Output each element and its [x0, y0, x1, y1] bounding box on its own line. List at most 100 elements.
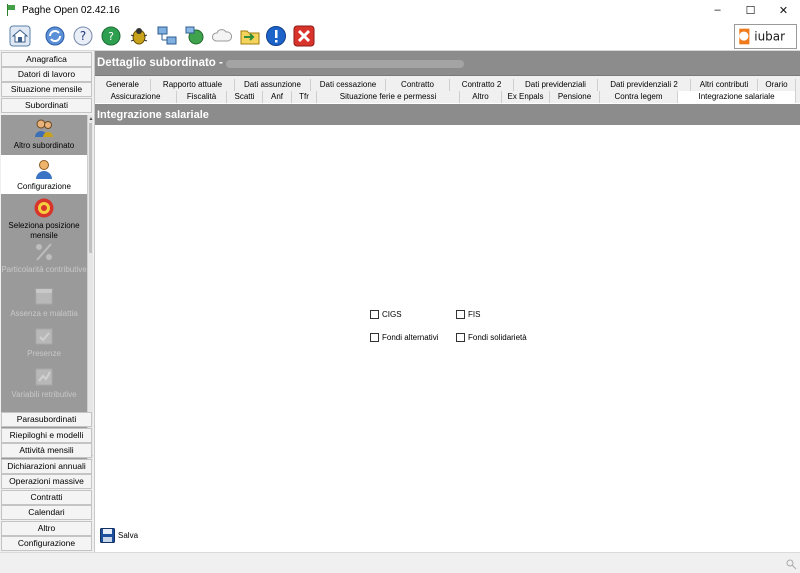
panel-item-presenze[interactable]: Presenze — [1, 325, 87, 365]
app-flag-icon — [6, 4, 16, 16]
cloud-icon[interactable] — [211, 25, 233, 47]
sidebar-item-configurazione[interactable]: Configurazione — [1, 536, 92, 551]
panel-item-label: Particolarità contributive — [1, 265, 87, 274]
svg-text:?: ? — [80, 29, 86, 43]
tab-orario[interactable]: Orario — [758, 79, 796, 91]
iubar-logo: iubar — [734, 24, 797, 49]
panel-item-variabili[interactable]: Variabili retributive — [1, 366, 87, 406]
fondi-solidarieta-checkbox[interactable] — [456, 333, 465, 342]
scroll-thumb[interactable] — [89, 123, 92, 253]
panel-item-seleziona-posizione[interactable]: Seleziona posizione mensile — [1, 197, 87, 241]
cigs-checkbox[interactable] — [370, 310, 379, 319]
floppy-disk-icon — [100, 528, 115, 543]
sidebar-item-datori-di-lavoro[interactable]: Datori di lavoro — [1, 67, 92, 82]
tab-fiscalita[interactable]: Fiscalità — [177, 91, 227, 103]
sidebar-item-situazione-mensile[interactable]: Situazione mensile — [1, 82, 92, 97]
save-button[interactable]: Salva — [100, 528, 138, 543]
panel-item-label: Assenza e malattia — [10, 309, 78, 318]
sidebar: Anagrafica Datori di lavoro Situazione m… — [0, 51, 95, 552]
support-globe-icon[interactable]: ? — [100, 25, 122, 47]
info-icon[interactable] — [265, 25, 287, 47]
home-icon[interactable] — [9, 25, 31, 47]
sidebar-item-altro[interactable]: Altro — [1, 521, 92, 536]
globe-network-icon[interactable] — [184, 25, 206, 47]
svg-text:?: ? — [108, 30, 114, 43]
presence-icon — [35, 328, 53, 345]
user-settings-icon — [36, 160, 52, 179]
sidebar-item-calendari[interactable]: Calendari — [1, 505, 92, 520]
refresh-icon[interactable] — [44, 25, 66, 47]
tab-pensione[interactable]: Pensione — [550, 91, 600, 103]
tab-altri-contributi[interactable]: Altri contributi — [691, 79, 758, 91]
tab-rapporto-attuale[interactable]: Rapporto attuale — [151, 79, 235, 91]
folder-icon[interactable] — [239, 25, 261, 47]
tab-assicurazione[interactable]: Assicurazione — [95, 91, 177, 103]
window-title: Paghe Open 02.42.16 — [22, 4, 120, 16]
fis-checkbox-row[interactable]: FIS — [456, 310, 480, 319]
fis-checkbox[interactable] — [456, 310, 465, 319]
tab-row-2: Assicurazione Fiscalità Scatti Anf Tfr S… — [95, 91, 796, 103]
tab-dati-previdenziali[interactable]: Dati previdenziali — [514, 79, 598, 91]
redacted-employee-name — [226, 60, 464, 68]
sidebar-item-parasubordinati[interactable]: Parasubordinati — [1, 412, 92, 427]
target-icon — [34, 198, 54, 218]
sidebar-item-operazioni-massive[interactable]: Operazioni massive — [1, 474, 92, 489]
tab-contra-legem[interactable]: Contra legem — [600, 91, 678, 103]
panel-item-label: Configurazione — [17, 182, 71, 191]
fondi-solidarieta-checkbox-row[interactable]: Fondi solidarietà — [456, 333, 527, 342]
bug-icon[interactable] — [128, 25, 150, 47]
maximize-button[interactable]: ☐ — [734, 0, 767, 20]
tab-contratto-2[interactable]: Contratto 2 — [450, 79, 514, 91]
page-title: Dettaglio subordinato - — [97, 57, 223, 69]
panel-item-altro-subordinato[interactable]: Altro subordinato — [1, 117, 87, 155]
sidebar-item-dichiarazioni[interactable]: Dichiarazioni annuali — [1, 459, 92, 474]
subordinati-panel: Altro subordinato Configurazione Selezio… — [1, 115, 87, 461]
variables-icon — [35, 368, 53, 386]
close-icon[interactable] — [293, 25, 315, 47]
section-title: Integrazione salariale — [97, 109, 209, 121]
main-content: Dettaglio subordinato - Generale Rapport… — [95, 51, 800, 552]
sidebar-item-contratti[interactable]: Contratti — [1, 490, 92, 505]
tab-dati-cessazione[interactable]: Dati cessazione — [311, 79, 386, 91]
cigs-checkbox-row[interactable]: CIGS — [370, 310, 402, 319]
fondi-alternativi-checkbox[interactable] — [370, 333, 379, 342]
network-icon[interactable] — [156, 25, 178, 47]
sidebar-item-riepiloghi[interactable]: Riepiloghi e modelli — [1, 428, 92, 443]
toolbar: ? ? — [0, 20, 800, 51]
panel-item-label: Variabili retributive — [11, 390, 77, 399]
status-bar — [0, 552, 800, 573]
tab-contratto[interactable]: Contratto — [386, 79, 450, 91]
minimize-button[interactable]: – — [701, 0, 734, 20]
tab-integrazione-salariale[interactable]: Integrazione salariale — [678, 91, 796, 103]
sidebar-item-anagrafica[interactable]: Anagrafica — [1, 52, 92, 67]
tab-dati-previdenziali-2[interactable]: Dati previdenziali 2 — [598, 79, 691, 91]
fondi-solidarieta-label: Fondi solidarietà — [468, 333, 527, 342]
svg-text:iubar: iubar — [754, 30, 785, 44]
resize-grip-icon[interactable] — [785, 558, 797, 570]
tab-scatti[interactable]: Scatti — [227, 91, 263, 103]
section-header: Integrazione salariale — [95, 104, 800, 125]
tab-altro[interactable]: Altro — [460, 91, 502, 103]
tab-tfr[interactable]: Tfr — [292, 91, 317, 103]
tab-dati-assunzione[interactable]: Dati assunzione — [235, 79, 311, 91]
tab-ex-enpals[interactable]: Ex Enpals — [502, 91, 550, 103]
fis-label: FIS — [468, 310, 481, 319]
cigs-label: CIGS — [382, 310, 402, 319]
tab-generale[interactable]: Generale — [95, 79, 151, 91]
close-window-button[interactable]: ✕ — [767, 0, 800, 20]
panel-item-particolarita[interactable]: Particolarità contributive — [1, 241, 87, 285]
tab-anf[interactable]: Anf — [263, 91, 292, 103]
scroll-up-icon[interactable]: ▲ — [88, 116, 94, 122]
fondi-alternativi-label: Fondi alternativi — [382, 333, 439, 342]
sidebar-item-subordinati[interactable]: Subordinati — [1, 98, 92, 113]
sidebar-scrollbar[interactable]: ▲ ▼ — [87, 115, 93, 461]
tab-situazione-ferie[interactable]: Situazione ferie e permessi — [317, 91, 460, 103]
percent-icon — [36, 243, 52, 261]
help-icon[interactable]: ? — [72, 25, 94, 47]
sidebar-item-attivita-mensili[interactable]: Attività mensili — [1, 443, 92, 458]
panel-item-assenza-malattia[interactable]: Assenza e malattia — [1, 285, 87, 325]
title-bar: Paghe Open 02.42.16 – ☐ ✕ — [0, 0, 800, 20]
fondi-alternativi-checkbox-row[interactable]: Fondi alternativi — [370, 333, 438, 342]
panel-item-configurazione[interactable]: Configurazione — [1, 155, 87, 194]
calendar-icon — [35, 288, 53, 305]
